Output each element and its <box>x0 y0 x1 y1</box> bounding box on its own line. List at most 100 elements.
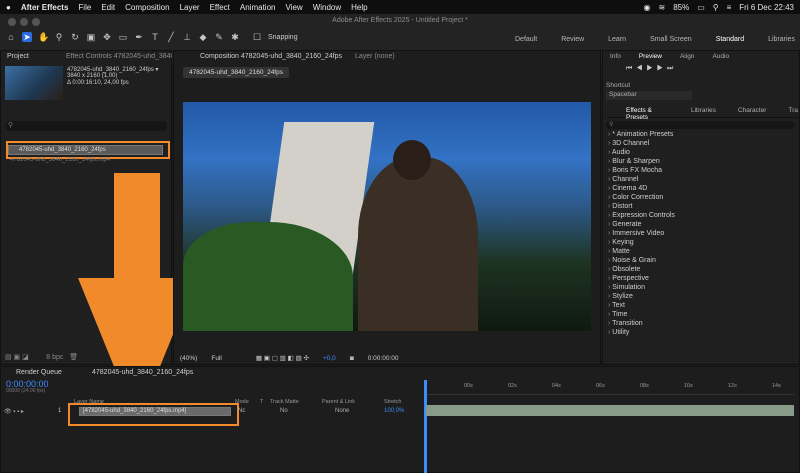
tab-tra[interactable]: Tra <box>788 107 798 117</box>
effect-category[interactable]: Transition <box>602 319 792 328</box>
tab-preview[interactable]: Preview <box>639 53 662 60</box>
ws-libraries[interactable]: Libraries <box>768 36 795 43</box>
effect-category[interactable]: Color Correction <box>602 193 792 202</box>
pen-tool-icon[interactable]: ✒ <box>134 32 144 42</box>
roto-brush-icon[interactable]: ✎ <box>214 32 224 42</box>
menu-layer[interactable]: Layer <box>180 3 200 12</box>
stretch-value[interactable]: 100,0% <box>384 408 404 414</box>
tab-character[interactable]: Character <box>738 107 767 117</box>
project-item-comp[interactable]: 4782045-uhd_3840_2160_24fps <box>8 145 163 155</box>
menu-composition[interactable]: Composition <box>125 3 169 12</box>
ws-small-screen[interactable]: Small Screen <box>650 36 692 43</box>
effect-category[interactable]: Generate <box>602 220 792 229</box>
tab-timeline-comp[interactable]: 4782045-uhd_3840_2160_24fps <box>92 369 193 376</box>
zoom-tool-icon[interactable]: ⚲ <box>54 32 64 42</box>
tab-align[interactable]: Align <box>680 53 694 60</box>
tab-effect-controls[interactable]: Effect Controls 4782045-uhd_3840_2160_24… <box>66 53 172 60</box>
battery-icon[interactable]: ▭ <box>697 3 705 12</box>
project-item-footage[interactable]: 4782045-uhd_3840_2160_24fps.mp4 <box>10 157 150 163</box>
control-center-icon[interactable]: ≡ <box>727 3 732 12</box>
effect-category[interactable]: Keying <box>602 238 792 247</box>
effect-category[interactable]: Boris FX Mocha <box>602 166 792 175</box>
mode-select[interactable]: Nc <box>238 408 245 414</box>
video-frame[interactable] <box>183 102 591 331</box>
tab-audio[interactable]: Audio <box>712 53 729 60</box>
ws-default[interactable]: Default <box>515 36 537 43</box>
project-search-input[interactable]: ⚲ <box>5 121 167 131</box>
tab-composition[interactable]: Composition 4782045-uhd_3840_2160_24fps <box>200 53 342 60</box>
tab-render-queue[interactable]: Render Queue <box>16 369 62 376</box>
eraser-tool-icon[interactable]: ◆ <box>198 32 208 42</box>
effect-category[interactable]: Noise & Grain <box>602 256 792 265</box>
menu-file[interactable]: File <box>78 3 91 12</box>
wifi-icon[interactable]: ≋ <box>658 3 665 12</box>
rectangle-tool-icon[interactable]: ▭ <box>118 32 128 42</box>
time-ruler[interactable]: 00s02s04s06s08s10s12s14s16s <box>424 383 794 395</box>
camera-icon[interactable]: ◙ <box>350 355 354 362</box>
tab-info[interactable]: Info <box>610 53 621 60</box>
matte-select[interactable]: No <box>280 408 288 414</box>
comp-tools-icons[interactable]: ▦ ▣ ▢ ▥ ◧ ▨ ✣ <box>256 354 309 362</box>
effect-category[interactable]: Matte <box>602 247 792 256</box>
effect-category[interactable]: Utility <box>602 328 792 337</box>
tab-project[interactable]: Project <box>7 53 29 60</box>
rotate-tool-icon[interactable]: ↻ <box>70 32 80 42</box>
clone-tool-icon[interactable]: ⊥ <box>182 32 192 42</box>
effect-category[interactable]: Simulation <box>602 283 792 292</box>
effect-category[interactable]: 3D Channel <box>602 139 792 148</box>
menu-view[interactable]: View <box>285 3 302 12</box>
effect-category[interactable]: Expression Controls <box>602 211 792 220</box>
tab-layer[interactable]: Layer (none) <box>355 53 395 60</box>
effects-search-input[interactable]: ⚲ <box>606 121 794 129</box>
selection-tool-icon[interactable]: ➤ <box>22 32 32 42</box>
ws-standard[interactable]: Standard <box>716 36 744 43</box>
bpc-label[interactable]: 8 bpc <box>46 354 63 361</box>
exposure-value[interactable]: +0,0 <box>323 355 336 362</box>
ws-review[interactable]: Review <box>561 36 584 43</box>
effect-category[interactable]: Immersive Video <box>602 229 792 238</box>
playhead[interactable] <box>424 380 427 473</box>
effect-category[interactable]: Time <box>602 310 792 319</box>
menu-animation[interactable]: Animation <box>240 3 276 12</box>
app-menu[interactable]: After Effects <box>21 3 69 12</box>
comp-timecode[interactable]: 0:00:00:00 <box>368 355 399 362</box>
parent-select[interactable]: None <box>335 408 349 414</box>
menu-edit[interactable]: Edit <box>101 3 115 12</box>
search-icon[interactable]: ⚲ <box>713 3 719 12</box>
datetime[interactable]: Fri 6 Dec 22:43 <box>739 3 794 12</box>
layer-name-field[interactable]: [4782045-uhd_3840_2160_24fps.mp4] <box>79 407 231 416</box>
effect-category[interactable]: * Animation Presets <box>602 130 792 139</box>
menu-help[interactable]: Help <box>351 3 367 12</box>
layer-duration-bar[interactable] <box>426 405 794 416</box>
effect-category[interactable]: Distort <box>602 202 792 211</box>
quality-select[interactable]: Full <box>211 355 221 362</box>
shortcut-select[interactable]: Spacebar <box>606 91 692 100</box>
menu-effect[interactable]: Effect <box>210 3 230 12</box>
effect-category[interactable]: Stylize <box>602 292 792 301</box>
effect-category[interactable]: Text <box>602 301 792 310</box>
ws-learn[interactable]: Learn <box>608 36 626 43</box>
effect-category[interactable]: Perspective <box>602 274 792 283</box>
hand-tool-icon[interactable]: ✋ <box>38 32 49 42</box>
camera-tool-icon[interactable]: ▣ <box>86 32 96 42</box>
effect-category[interactable]: Cinema 4D <box>602 184 792 193</box>
record-icon[interactable]: ◉ <box>644 3 651 12</box>
effect-category[interactable]: Channel <box>602 175 792 184</box>
apple-icon[interactable]: ● <box>6 3 11 12</box>
puppet-tool-icon[interactable]: ✱ <box>230 32 240 42</box>
tab-effects-presets[interactable]: Effects & Presets <box>626 107 669 121</box>
snapping-checkbox[interactable]: ☐ <box>252 32 262 42</box>
brush-tool-icon[interactable]: ╱ <box>166 32 176 42</box>
effect-category[interactable]: Blur & Sharpen <box>602 157 792 166</box>
effect-category[interactable]: Audio <box>602 148 792 157</box>
pan-behind-tool-icon[interactable]: ✥ <box>102 32 112 42</box>
type-tool-icon[interactable]: T <box>150 32 160 42</box>
effect-category[interactable]: Obsolete <box>602 265 792 274</box>
zoom-select[interactable]: (40%) <box>180 355 197 362</box>
comp-subtab[interactable]: 4782045-uhd_3840_2160_24fps <box>183 67 289 78</box>
layer-switches[interactable]: 👁 ▪ ▪ ▸ <box>4 408 24 415</box>
menu-window[interactable]: Window <box>313 3 341 12</box>
tab-libraries[interactable]: Libraries <box>691 107 716 117</box>
home-icon[interactable]: ⌂ <box>6 32 16 42</box>
preview-controls[interactable]: ⏮◀▶▶⏭ <box>626 65 677 73</box>
